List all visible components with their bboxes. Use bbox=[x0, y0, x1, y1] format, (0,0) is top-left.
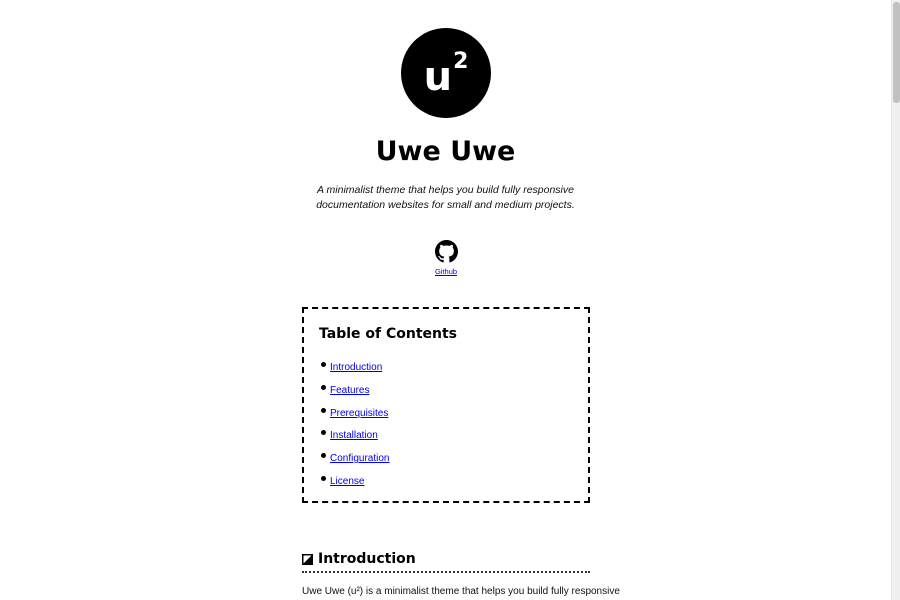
site-title: Uwe Uwe bbox=[375, 136, 516, 167]
github-link[interactable]: Github bbox=[425, 240, 467, 276]
toc-title: Table of Contents bbox=[319, 326, 458, 342]
page: u2 Uwe Uwe A minimalist theme that helps… bbox=[0, 0, 891, 600]
toc-link-introduction[interactable]: Introduction bbox=[330, 362, 382, 373]
introduction-text: Uwe Uwe (u²) is a minimalist theme that … bbox=[302, 586, 620, 597]
toc-link-features[interactable]: Features bbox=[330, 385, 369, 396]
toc-item-installation: Installation bbox=[319, 425, 574, 448]
bullet-icon bbox=[321, 453, 326, 459]
section-icon bbox=[302, 553, 313, 565]
github-icon bbox=[434, 240, 458, 263]
github-label: Github bbox=[434, 267, 458, 276]
logo-text: u bbox=[423, 54, 453, 100]
bullet-icon bbox=[321, 475, 326, 481]
introduction-heading: Introduction bbox=[302, 547, 590, 573]
toc-item-configuration: Configuration bbox=[319, 448, 574, 471]
bullet-icon bbox=[321, 362, 326, 367]
table-of-contents: Table of Contents Introduction Features … bbox=[302, 307, 590, 503]
toc-link-prerequisites[interactable]: Prerequisites bbox=[330, 408, 388, 419]
bullet-icon bbox=[321, 407, 326, 413]
bullet-icon bbox=[321, 430, 326, 436]
introduction-title: Introduction bbox=[318, 551, 416, 567]
toc-item-features: Features bbox=[319, 380, 574, 403]
toc-link-installation[interactable]: Installation bbox=[330, 430, 378, 441]
toc-item-prerequisites: Prerequisites bbox=[319, 403, 574, 426]
toc-list: Introduction Features Prerequisites Inst… bbox=[319, 357, 574, 494]
site-tagline: A minimalist theme that helps you build … bbox=[316, 184, 575, 211]
toc-link-configuration[interactable]: Configuration bbox=[330, 453, 389, 464]
logo-superscript: 2 bbox=[453, 49, 469, 74]
scrollbar-thumb[interactable] bbox=[893, 2, 900, 103]
toc-item-license: License bbox=[319, 471, 574, 494]
site-logo[interactable]: u2 bbox=[401, 28, 491, 118]
toc-link-license[interactable]: License bbox=[330, 476, 364, 487]
toc-item-introduction: Introduction bbox=[319, 357, 574, 380]
bullet-icon bbox=[321, 384, 326, 390]
vertical-scrollbar[interactable] bbox=[891, 0, 900, 600]
